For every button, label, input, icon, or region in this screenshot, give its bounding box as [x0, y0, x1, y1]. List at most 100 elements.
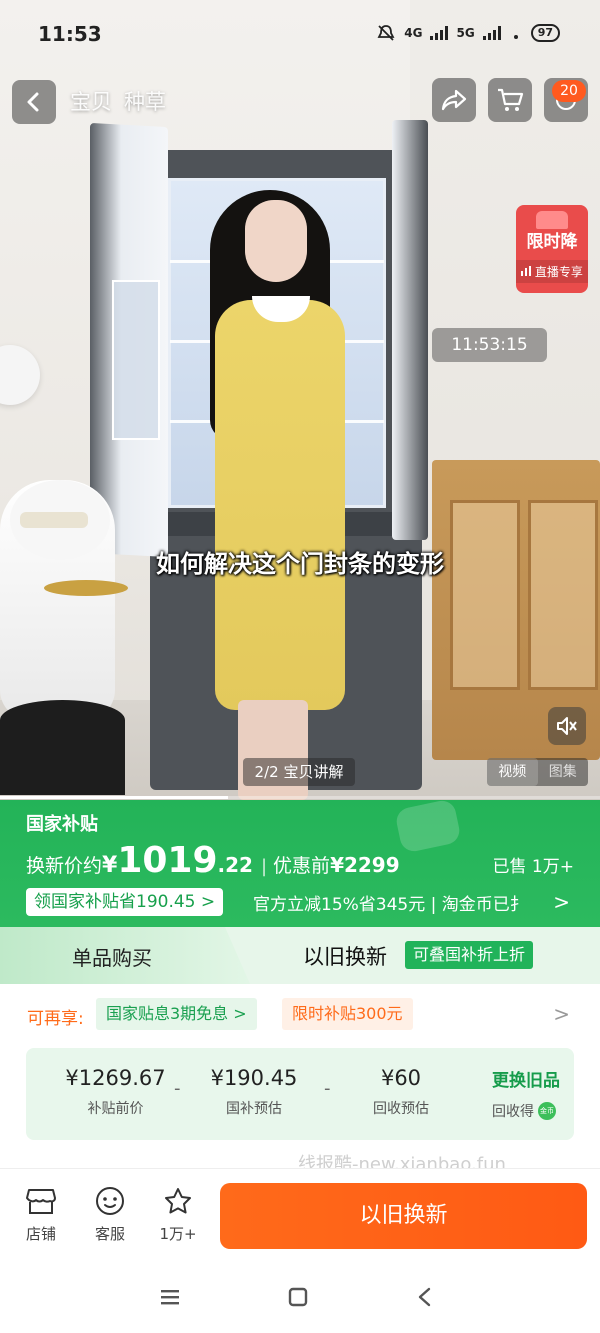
bear-statue-base — [0, 700, 125, 795]
minus-operator: - — [324, 1078, 331, 1099]
original-price-label: 优惠前 — [273, 855, 331, 877]
favorite-count: 1万+ — [159, 1225, 197, 1243]
claim-subsidy-button[interactable]: 领国家补贴省190.45 > — [26, 888, 224, 916]
original-price: ¥2299 — [330, 853, 400, 877]
replace-old-item-link[interactable]: 更换旧品 回收得 金币 — [492, 1066, 560, 1121]
trade-in-button[interactable]: 以旧换新 — [220, 1183, 587, 1249]
chevron-right-icon[interactable]: > — [553, 1002, 570, 1026]
customer-service-button[interactable]: 客服 — [80, 1185, 140, 1244]
chevron-right-icon[interactable]: > — [553, 890, 570, 914]
star-icon — [165, 1188, 191, 1214]
presenter-dress — [215, 300, 345, 710]
home-icon — [288, 1287, 308, 1307]
subsidy-logo — [394, 798, 462, 854]
option-single-label[interactable]: 单品购买 — [72, 942, 152, 971]
video-subtitle: 如何解决这个门封条的变形 — [156, 550, 444, 578]
signal-icon — [430, 26, 449, 40]
video-timestamp: 11:53:15 — [432, 328, 547, 362]
recycle-reward-label: 回收得 — [492, 1104, 534, 1120]
bear-statue-tray — [44, 580, 128, 596]
network-5g-label: 5G — [456, 26, 475, 40]
wifi-icon — [513, 35, 518, 39]
price-label: 换新价约 — [26, 855, 103, 877]
cart-count-badge: 20 — [552, 80, 586, 102]
breakdown-recycle: ¥60 回收预估 — [356, 1066, 446, 1118]
breakdown-label: 国补预估 — [226, 1101, 282, 1117]
tab-item[interactable]: 宝贝 — [70, 86, 112, 116]
media-type-tabs: 视频 图集 — [487, 758, 588, 786]
share-button[interactable] — [432, 78, 476, 122]
home-button[interactable] — [283, 1282, 313, 1312]
purchase-options: 单品购买 以旧换新 可叠国补折上折 — [0, 927, 600, 984]
cake-icon — [536, 211, 568, 229]
bear-statue-glasses — [20, 512, 88, 528]
status-icons: 4G 5G 97 — [376, 24, 560, 42]
cabinet-door — [528, 500, 598, 690]
tab-gallery[interactable]: 图集 — [538, 758, 589, 786]
price-decimal: .22 — [217, 853, 253, 877]
breakdown-label: 补贴前价 — [87, 1101, 144, 1117]
coin-icon: 金币 — [538, 1102, 556, 1120]
trade-in-badge: 可叠国补折上折 — [405, 941, 534, 969]
sold-count: 已售 1万+ — [492, 857, 574, 877]
minus-operator: - — [174, 1078, 181, 1099]
share-icon — [441, 89, 467, 111]
breakdown-value: ¥1269.67 — [65, 1066, 166, 1090]
tab-video[interactable]: 视频 — [487, 758, 538, 786]
cart-icon — [498, 88, 524, 111]
recycle-reward: 回收得 金币 — [492, 1101, 560, 1121]
store-icon — [26, 1189, 56, 1214]
favorite-button[interactable]: 1万+ — [148, 1185, 208, 1244]
bell-muted-icon — [377, 25, 395, 41]
back-nav-icon — [418, 1287, 431, 1307]
fridge-door-bin — [112, 280, 160, 440]
price-row: 换新价约 ¥ 1019 .22 | 优惠前 ¥2299 — [26, 840, 400, 881]
status-time: 11:53 — [38, 22, 102, 46]
product-media[interactable]: 11:53 4G 5G 97 宝贝 种草 20 限时降 直播专享 11:53:1… — [0, 0, 600, 800]
option-trade-in[interactable]: 以旧换新 — [303, 941, 387, 971]
promo-subtitle-text: 直播专享 — [534, 265, 583, 279]
promo-details[interactable]: 官方立减15%省345元 | 淘金币已扌 — [253, 890, 553, 915]
breakdown-value: ¥190.45 — [210, 1066, 298, 1090]
scene-lamp — [0, 345, 40, 405]
promo-subtitle: 直播专享 — [516, 260, 588, 283]
fridge-right-door — [392, 120, 428, 540]
store-button[interactable]: 店铺 — [11, 1185, 71, 1244]
service-label: 客服 — [94, 1225, 125, 1243]
price-currency: ¥ — [102, 853, 118, 878]
system-back-button[interactable] — [410, 1282, 440, 1312]
tab-seeding[interactable]: 种草 — [124, 86, 166, 116]
mute-icon — [557, 717, 577, 735]
live-bars-icon — [521, 266, 532, 276]
bottom-action-bar: 店铺 客服 1万+ 以旧换新 — [0, 1168, 600, 1258]
replace-old-item-label[interactable]: 更换旧品 — [492, 1066, 560, 1091]
breakdown-value: ¥60 — [380, 1066, 422, 1090]
mute-button[interactable] — [548, 707, 586, 745]
price-separator: | — [260, 856, 268, 877]
cart-button[interactable] — [488, 78, 532, 122]
menu-icon — [161, 1290, 179, 1305]
store-label: 店铺 — [25, 1225, 56, 1243]
price-integer: 1019 — [117, 840, 218, 881]
live-promo-badge[interactable]: 限时降 直播专享 — [516, 205, 588, 293]
service-icon — [96, 1187, 124, 1215]
price-breakdown: ¥1269.67 补贴前价 - ¥190.45 国补预估 - ¥60 回收预估 … — [26, 1048, 574, 1140]
status-bar: 11:53 4G 5G 97 — [0, 18, 600, 54]
subsidy-panel: 国家补贴 换新价约 ¥ 1019 .22 | 优惠前 ¥2299 已售 1万+ … — [0, 798, 600, 927]
limited-subsidy-chip[interactable]: 限时补贴300元 — [282, 998, 413, 1030]
cabinet-door — [450, 500, 520, 690]
system-navigation-bar — [0, 1260, 600, 1333]
recent-apps-button[interactable] — [155, 1282, 185, 1312]
subsidy-title: 国家补贴 — [26, 814, 98, 835]
signal-icon — [482, 26, 501, 40]
back-button[interactable] — [12, 80, 56, 124]
presenter-face — [245, 200, 307, 282]
battery-indicator: 97 — [530, 24, 560, 42]
benefits-label: 可再享: — [27, 1009, 84, 1029]
network-4g-label: 4G — [404, 26, 423, 40]
video-progress-fill — [0, 796, 228, 799]
detail-tabs: 宝贝 种草 — [70, 86, 166, 116]
back-icon — [27, 92, 39, 112]
breakdown-label: 回收预估 — [373, 1101, 429, 1117]
interest-free-chip[interactable]: 国家贴息3期免息 > — [96, 998, 257, 1030]
